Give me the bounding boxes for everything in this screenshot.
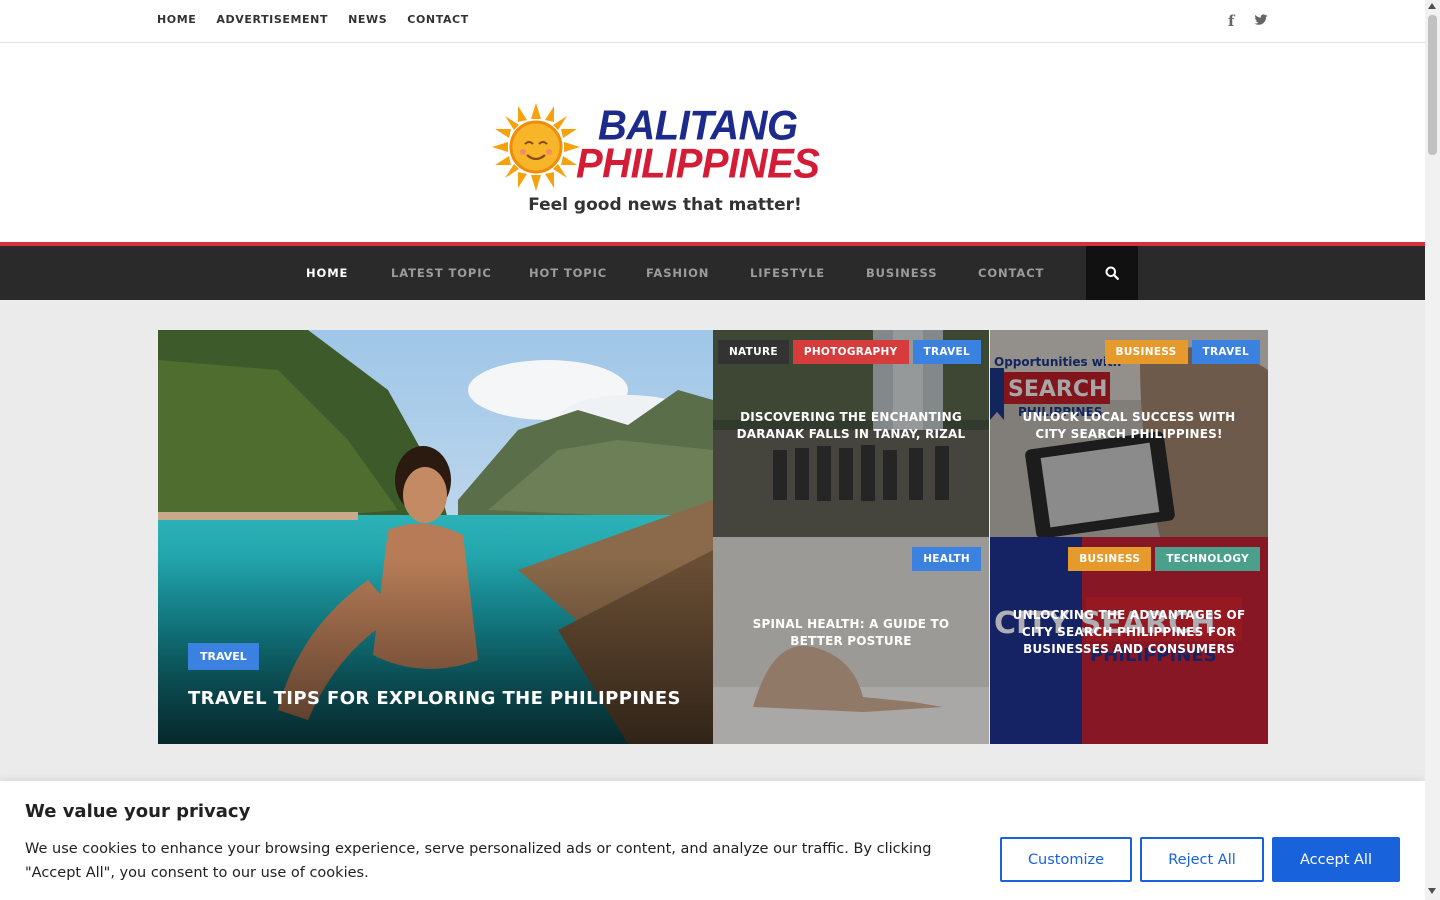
tag-technology[interactable]: TECHNOLOGY bbox=[1155, 547, 1260, 571]
nav-home[interactable]: HOME bbox=[306, 266, 348, 280]
top-bar: HOME ADVERTISEMENT NEWS CONTACT f bbox=[0, 0, 1425, 43]
nav-fashion[interactable]: FASHION bbox=[646, 266, 709, 280]
twitter-icon[interactable] bbox=[1254, 14, 1268, 26]
page-scrollbar[interactable] bbox=[1425, 0, 1440, 900]
tag-photography[interactable]: PHOTOGRAPHY bbox=[792, 340, 909, 364]
customize-button[interactable]: Customize bbox=[1000, 837, 1132, 882]
card-title[interactable]: UNLOCKING THE ADVANTAGES OF CITY SEARCH … bbox=[1010, 607, 1248, 658]
top-nav-home[interactable]: HOME bbox=[157, 13, 196, 26]
tag-health[interactable]: HEALTH bbox=[912, 547, 981, 571]
sun-logo-icon[interactable] bbox=[492, 103, 580, 191]
tag-business[interactable]: BUSINESS bbox=[1068, 547, 1152, 571]
nav-hot-topic[interactable]: HOT TOPIC bbox=[529, 266, 607, 280]
featured-main-card[interactable]: TRAVEL TRAVEL TIPS FOR EXPLORING THE PHI… bbox=[158, 330, 713, 744]
featured-card-spinal-health[interactable]: HEALTH SPINAL HEALTH: A GUIDE TO BETTER … bbox=[713, 537, 989, 744]
nav-latest-topic[interactable]: LATEST TOPIC bbox=[391, 266, 492, 280]
scrollbar-thumb[interactable] bbox=[1428, 15, 1437, 155]
search-button[interactable] bbox=[1086, 246, 1138, 300]
site-tagline: Feel good news that matter! bbox=[528, 195, 802, 215]
cookie-text: We use cookies to enhance your browsing … bbox=[25, 841, 932, 881]
featured-main-title[interactable]: TRAVEL TIPS FOR EXPLORING THE PHILIPPINE… bbox=[188, 688, 681, 709]
scroll-down-arrow-icon[interactable] bbox=[1428, 888, 1436, 894]
accept-all-button[interactable]: Accept All bbox=[1272, 837, 1400, 882]
cookie-banner: We value your privacy We use cookies to … bbox=[0, 781, 1425, 900]
search-icon bbox=[1105, 266, 1119, 280]
featured-grid: TRAVEL TRAVEL TIPS FOR EXPLORING THE PHI… bbox=[158, 330, 1268, 744]
scroll-up-arrow-icon[interactable] bbox=[1428, 3, 1436, 9]
card-tags: HEALTH bbox=[912, 547, 981, 571]
featured-card-city-search[interactable]: CITY SEARCH PHILIPPINES BUSINESS TECHNOL… bbox=[990, 537, 1268, 744]
top-nav: HOME ADVERTISEMENT NEWS CONTACT bbox=[157, 13, 489, 26]
nav-business[interactable]: BUSINESS bbox=[866, 266, 937, 280]
card-tags: BUSINESS TRAVEL bbox=[1104, 340, 1260, 364]
top-nav-advertisement[interactable]: ADVERTISEMENT bbox=[216, 13, 328, 26]
featured-card-daranak[interactable]: NATURE PHOTOGRAPHY TRAVEL DISCOVERING TH… bbox=[713, 330, 989, 537]
cookie-title: We value your privacy bbox=[25, 801, 251, 822]
tag-travel[interactable]: TRAVEL bbox=[1191, 340, 1260, 364]
top-nav-news[interactable]: NEWS bbox=[348, 13, 387, 26]
tag-nature[interactable]: NATURE bbox=[717, 340, 789, 364]
tag-travel[interactable]: TRAVEL bbox=[912, 340, 981, 364]
featured-card-unlock-local[interactable]: Opportunities with SEARCH PHILIPPINES BU… bbox=[990, 330, 1268, 537]
top-nav-contact[interactable]: CONTACT bbox=[407, 13, 469, 26]
logo-text-philippines[interactable]: PHILIPPINES bbox=[576, 143, 820, 185]
card-tags: BUSINESS TECHNOLOGY bbox=[1068, 547, 1260, 571]
nav-contact[interactable]: CONTACT bbox=[978, 266, 1044, 280]
featured-main-image bbox=[158, 330, 713, 744]
main-nav: HOME LATEST TOPIC HOT TOPIC FASHION LIFE… bbox=[0, 246, 1425, 300]
card-title[interactable]: UNLOCK LOCAL SUCCESS WITH CITY SEARCH PH… bbox=[1010, 409, 1248, 443]
site-header: BALITANG PHILIPPINES Feel good news that… bbox=[0, 43, 1425, 242]
featured-main-tag[interactable]: TRAVEL bbox=[188, 643, 259, 670]
card-title[interactable]: DISCOVERING THE ENCHANTING DARANAK FALLS… bbox=[733, 409, 969, 443]
facebook-icon[interactable]: f bbox=[1228, 12, 1234, 30]
card-tags: NATURE PHOTOGRAPHY TRAVEL bbox=[717, 340, 981, 364]
tag-business[interactable]: BUSINESS bbox=[1104, 340, 1188, 364]
card-title[interactable]: SPINAL HEALTH: A GUIDE TO BETTER POSTURE bbox=[733, 616, 969, 650]
nav-lifestyle[interactable]: LIFESTYLE bbox=[750, 266, 825, 280]
reject-all-button[interactable]: Reject All bbox=[1140, 837, 1264, 882]
